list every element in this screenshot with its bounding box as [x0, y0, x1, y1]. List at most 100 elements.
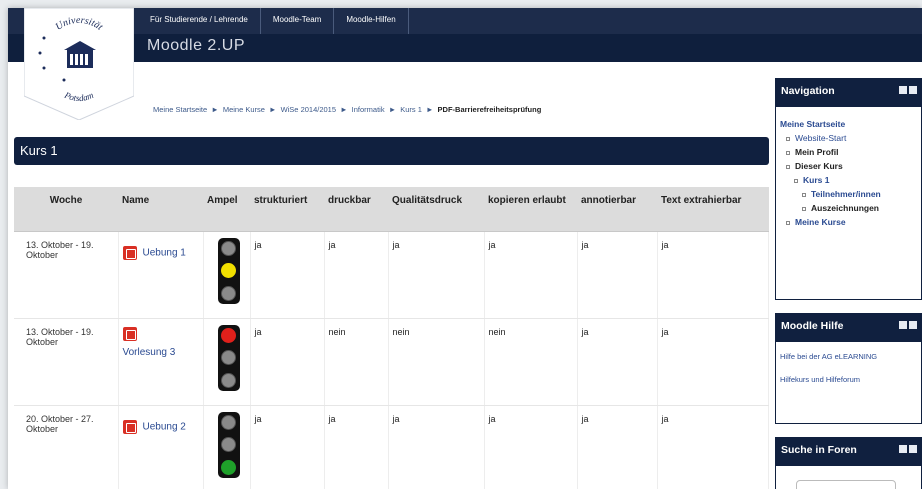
- week-cell: 13. Oktober - 19. Oktober: [14, 318, 119, 406]
- document-name[interactable]: Vorlesung 3: [123, 347, 176, 358]
- breadcrumb-separator-icon: ►: [211, 105, 219, 114]
- block-controls: [899, 321, 917, 329]
- breadcrumb-item[interactable]: Informatik: [352, 105, 385, 114]
- text-extrahierbar-cell: ja: [657, 405, 769, 489]
- ampel-cell: [203, 318, 251, 406]
- pdf-accessibility-table: Woche Name Ampel strukturiert druckbar Q…: [14, 187, 769, 489]
- ampel-cell: [203, 405, 251, 489]
- traffic-light-icon: [217, 237, 240, 304]
- university-logo[interactable]: Universität Potsdam: [24, 8, 134, 120]
- suche-in-foren-block: Suche in Foren: [775, 437, 922, 489]
- qualitaetsdruck-cell: nein: [388, 318, 485, 406]
- breadcrumb-item[interactable]: Kurs 1: [400, 105, 422, 114]
- nav-item-label[interactable]: Auszeichnungen: [811, 203, 879, 213]
- bullet-icon: [802, 206, 806, 211]
- dock-icon[interactable]: [909, 86, 917, 94]
- week-cell: 13. Oktober - 19. Oktober: [14, 231, 119, 319]
- menu-item-moodle-hilfen[interactable]: Moodle-Hilfen: [334, 8, 409, 34]
- nav-item-label[interactable]: Meine Kurse: [795, 217, 846, 227]
- traffic-light-green-lamp: [221, 459, 236, 475]
- nav-item-teilnehmer[interactable]: Teilnehmer/innen: [780, 189, 917, 199]
- nav-item-website-start[interactable]: Website-Start: [780, 133, 917, 143]
- column-header-strukturiert: strukturiert: [250, 187, 324, 232]
- bullet-icon: [802, 192, 806, 197]
- column-header-ampel: Ampel: [203, 187, 250, 232]
- nav-item-label[interactable]: Website-Start: [795, 133, 846, 143]
- kopieren-cell: ja: [484, 405, 578, 489]
- week-cell: 20. Oktober - 27. Oktober: [14, 405, 119, 489]
- nav-item-mein-profil[interactable]: Mein Profil: [780, 147, 917, 157]
- hilfe-link-ag-elearning[interactable]: Hilfe bei der AG eLEARNING: [776, 342, 921, 371]
- navigation-tree: Meine Startseite Website-Start Mein Prof…: [776, 107, 921, 237]
- document-link[interactable]: Uebung 1: [122, 245, 199, 260]
- traffic-light-yellow-lamp: [221, 437, 236, 452]
- menu-item-studierende[interactable]: Für Studierende / Lehrende: [138, 8, 261, 34]
- qualitaetsdruck-cell: ja: [388, 405, 485, 489]
- table-row: 13. Oktober - 19. Oktober Vorlesung 3 ja: [14, 318, 769, 406]
- breadcrumb-item[interactable]: Meine Startseite: [153, 105, 207, 114]
- annotierbar-cell: ja: [577, 318, 658, 406]
- nav-item-meine-kurse[interactable]: Meine Kurse: [780, 217, 917, 227]
- traffic-light-icon: [217, 411, 240, 478]
- pdf-icon: [122, 245, 137, 260]
- bullet-icon: [786, 136, 790, 141]
- course-title: Kurs 1: [20, 143, 58, 158]
- traffic-light-red-lamp: [221, 327, 236, 343]
- dock-icon[interactable]: [909, 445, 917, 453]
- traffic-light-green-lamp: [221, 285, 236, 301]
- document-link[interactable]: Vorlesung 3: [122, 326, 199, 358]
- bullet-icon: [786, 150, 790, 155]
- column-header-kopieren: kopieren erlaubt: [484, 187, 577, 232]
- navigation-block-title: Navigation: [781, 85, 835, 97]
- moodle-hilfe-block-header: Moodle Hilfe: [776, 314, 921, 342]
- collapse-icon[interactable]: [899, 445, 907, 453]
- traffic-light-red-lamp: [221, 240, 236, 256]
- kopieren-cell: ja: [484, 231, 578, 319]
- suche-in-foren-block-title: Suche in Foren: [781, 444, 857, 456]
- course-header: Kurs 1: [14, 137, 769, 165]
- breadcrumb-separator-icon: ►: [269, 105, 277, 114]
- top-menu: Für Studierende / Lehrende Moodle-Team M…: [138, 8, 409, 34]
- name-cell: Vorlesung 3: [118, 318, 204, 406]
- navigation-block: Navigation Meine Startseite Website-Star…: [775, 78, 922, 300]
- bullet-icon: [786, 220, 790, 225]
- qualitaetsdruck-cell: ja: [388, 231, 485, 319]
- table-row: 20. Oktober - 27. Oktober Uebung 2 ja ja…: [14, 405, 769, 489]
- document-name[interactable]: Uebung 1: [143, 247, 186, 258]
- bullet-icon: [794, 178, 798, 183]
- nav-item-kurs-1[interactable]: Kurs 1: [780, 175, 917, 185]
- forum-search-input[interactable]: [796, 480, 896, 489]
- nav-item-meine-startseite[interactable]: Meine Startseite: [780, 119, 917, 129]
- moodle-hilfe-block-title: Moodle Hilfe: [781, 320, 844, 332]
- table-row: 13. Oktober - 19. Oktober Uebung 1 ja ja…: [14, 231, 769, 319]
- menu-item-moodle-team[interactable]: Moodle-Team: [261, 8, 335, 34]
- column-header-woche: Woche: [14, 187, 118, 232]
- suche-in-foren-block-header: Suche in Foren: [776, 438, 921, 466]
- text-extrahierbar-cell: ja: [657, 231, 769, 319]
- breadcrumb-separator-icon: ►: [340, 105, 348, 114]
- document-name[interactable]: Uebung 2: [143, 421, 186, 432]
- collapse-icon[interactable]: [899, 86, 907, 94]
- column-header-druckbar: druckbar: [324, 187, 388, 232]
- annotierbar-cell: ja: [577, 231, 658, 319]
- hilfe-link-hilfekurs[interactable]: Hilfekurs und Hilfeforum: [776, 371, 921, 394]
- ampel-cell: [203, 231, 251, 319]
- pdf-icon: [122, 419, 137, 434]
- strukturiert-cell: ja: [250, 405, 325, 489]
- collapse-icon[interactable]: [899, 321, 907, 329]
- name-cell: Uebung 2: [118, 405, 204, 489]
- breadcrumb-item[interactable]: Meine Kurse: [223, 105, 265, 114]
- site-title: Moodle 2.UP: [147, 37, 245, 54]
- nav-item-dieser-kurs[interactable]: Dieser Kurs: [780, 161, 917, 171]
- nav-item-auszeichnungen[interactable]: Auszeichnungen: [780, 203, 917, 213]
- nav-item-label[interactable]: Teilnehmer/innen: [811, 189, 881, 199]
- nav-item-label[interactable]: Dieser Kurs: [795, 161, 843, 171]
- breadcrumb-separator-icon: ►: [426, 105, 434, 114]
- dock-icon[interactable]: [909, 321, 917, 329]
- nav-item-label[interactable]: Mein Profil: [795, 147, 838, 157]
- right-sidebar: Navigation Meine Startseite Website-Star…: [775, 78, 922, 489]
- document-link[interactable]: Uebung 2: [122, 419, 199, 434]
- breadcrumb-item[interactable]: WiSe 2014/2015: [281, 105, 336, 114]
- block-controls: [899, 86, 917, 94]
- nav-item-label[interactable]: Kurs 1: [803, 175, 829, 185]
